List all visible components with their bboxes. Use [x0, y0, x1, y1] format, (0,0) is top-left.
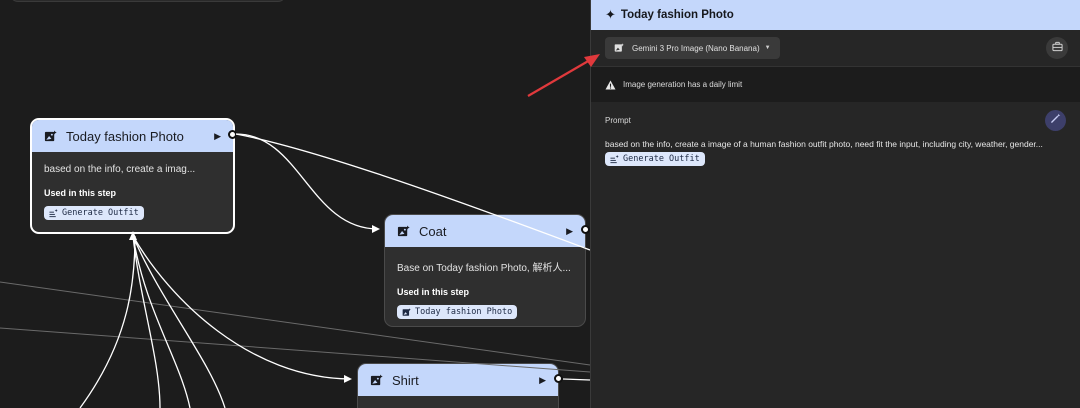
- image-spark-icon: [370, 373, 383, 387]
- panel-title: Today fashion Photo: [620, 9, 734, 21]
- sparkle-list-icon: [49, 208, 58, 218]
- node-header[interactable]: Today fashion Photo ▶: [32, 120, 233, 152]
- prompt-label: Prompt: [605, 115, 631, 125]
- play-icon[interactable]: ▶: [214, 131, 221, 142]
- magic-wand-icon: [1050, 111, 1061, 129]
- workflow-canvas[interactable]: Today fashion Photo ▶ based on the info,…: [0, 0, 590, 408]
- node-output-port[interactable]: [554, 374, 563, 383]
- briefcase-button[interactable]: [1046, 37, 1068, 59]
- node-title: Coat: [419, 223, 447, 239]
- daily-limit-warning: Image generation has a daily limit: [591, 67, 1080, 102]
- node-title: Today fashion Photo: [66, 128, 184, 144]
- top-toolbar-pill[interactable]: [10, 0, 286, 2]
- step-chip-label: Generate Outfit: [62, 208, 139, 218]
- image-spark-icon: [397, 224, 410, 238]
- node-header[interactable]: Coat ▶: [385, 215, 585, 247]
- magic-wand-button[interactable]: [1045, 109, 1066, 131]
- step-chip-label: Today fashion Photo: [415, 307, 513, 317]
- prompt-text[interactable]: based on the info, create a image of a h…: [605, 139, 1066, 149]
- node-header[interactable]: Shirt ▶: [358, 364, 558, 396]
- prompt-chip-label: Generate Outfit: [623, 154, 700, 164]
- prompt-section: Prompt based on the info, create a image…: [591, 102, 1080, 181]
- image-spark-icon: [402, 307, 411, 317]
- warning-text: Image generation has a daily limit: [623, 80, 743, 89]
- play-icon[interactable]: ▶: [539, 375, 546, 386]
- sparkle-list-icon: [610, 154, 619, 164]
- node-output-port[interactable]: [228, 130, 237, 139]
- node-description: based on the info, create a imag...: [44, 164, 196, 175]
- image-spark-icon: [44, 129, 57, 143]
- model-selector-label: Gemini 3 Pro Image (Nano Banana): [632, 43, 760, 53]
- node-settings-panel: ✦ Today fashion Photo Gemini 3 Pro Image…: [590, 0, 1080, 408]
- warning-icon: [605, 79, 616, 90]
- used-in-step-label: Used in this step: [44, 188, 117, 198]
- step-chip[interactable]: Today fashion Photo: [397, 305, 518, 319]
- prompt-chip-generate-outfit[interactable]: Generate Outfit: [605, 152, 705, 166]
- sparkle-icon: ✦: [605, 7, 616, 22]
- panel-toolbar: Gemini 3 Pro Image (Nano Banana) ▼: [591, 30, 1080, 67]
- play-icon[interactable]: ▶: [566, 226, 573, 237]
- model-selector-button[interactable]: Gemini 3 Pro Image (Nano Banana) ▼: [605, 37, 780, 59]
- image-spark-icon: [614, 43, 624, 53]
- briefcase-icon: [1051, 39, 1063, 57]
- panel-header: ✦ Today fashion Photo: [591, 0, 1080, 30]
- used-in-step-label: Used in this step: [397, 287, 470, 297]
- caret-down-icon: ▼: [764, 45, 771, 51]
- node-shirt[interactable]: Shirt ▶: [357, 363, 559, 408]
- node-today-fashion-photo[interactable]: Today fashion Photo ▶ based on the info,…: [30, 118, 235, 234]
- node-title: Shirt: [392, 372, 419, 388]
- node-coat[interactable]: Coat ▶ Base on Today fashion Photo, 解析人.…: [384, 214, 586, 327]
- step-chip[interactable]: Generate Outfit: [44, 206, 144, 220]
- node-output-port[interactable]: [581, 225, 590, 234]
- node-description: Base on Today fashion Photo, 解析人...: [397, 263, 571, 274]
